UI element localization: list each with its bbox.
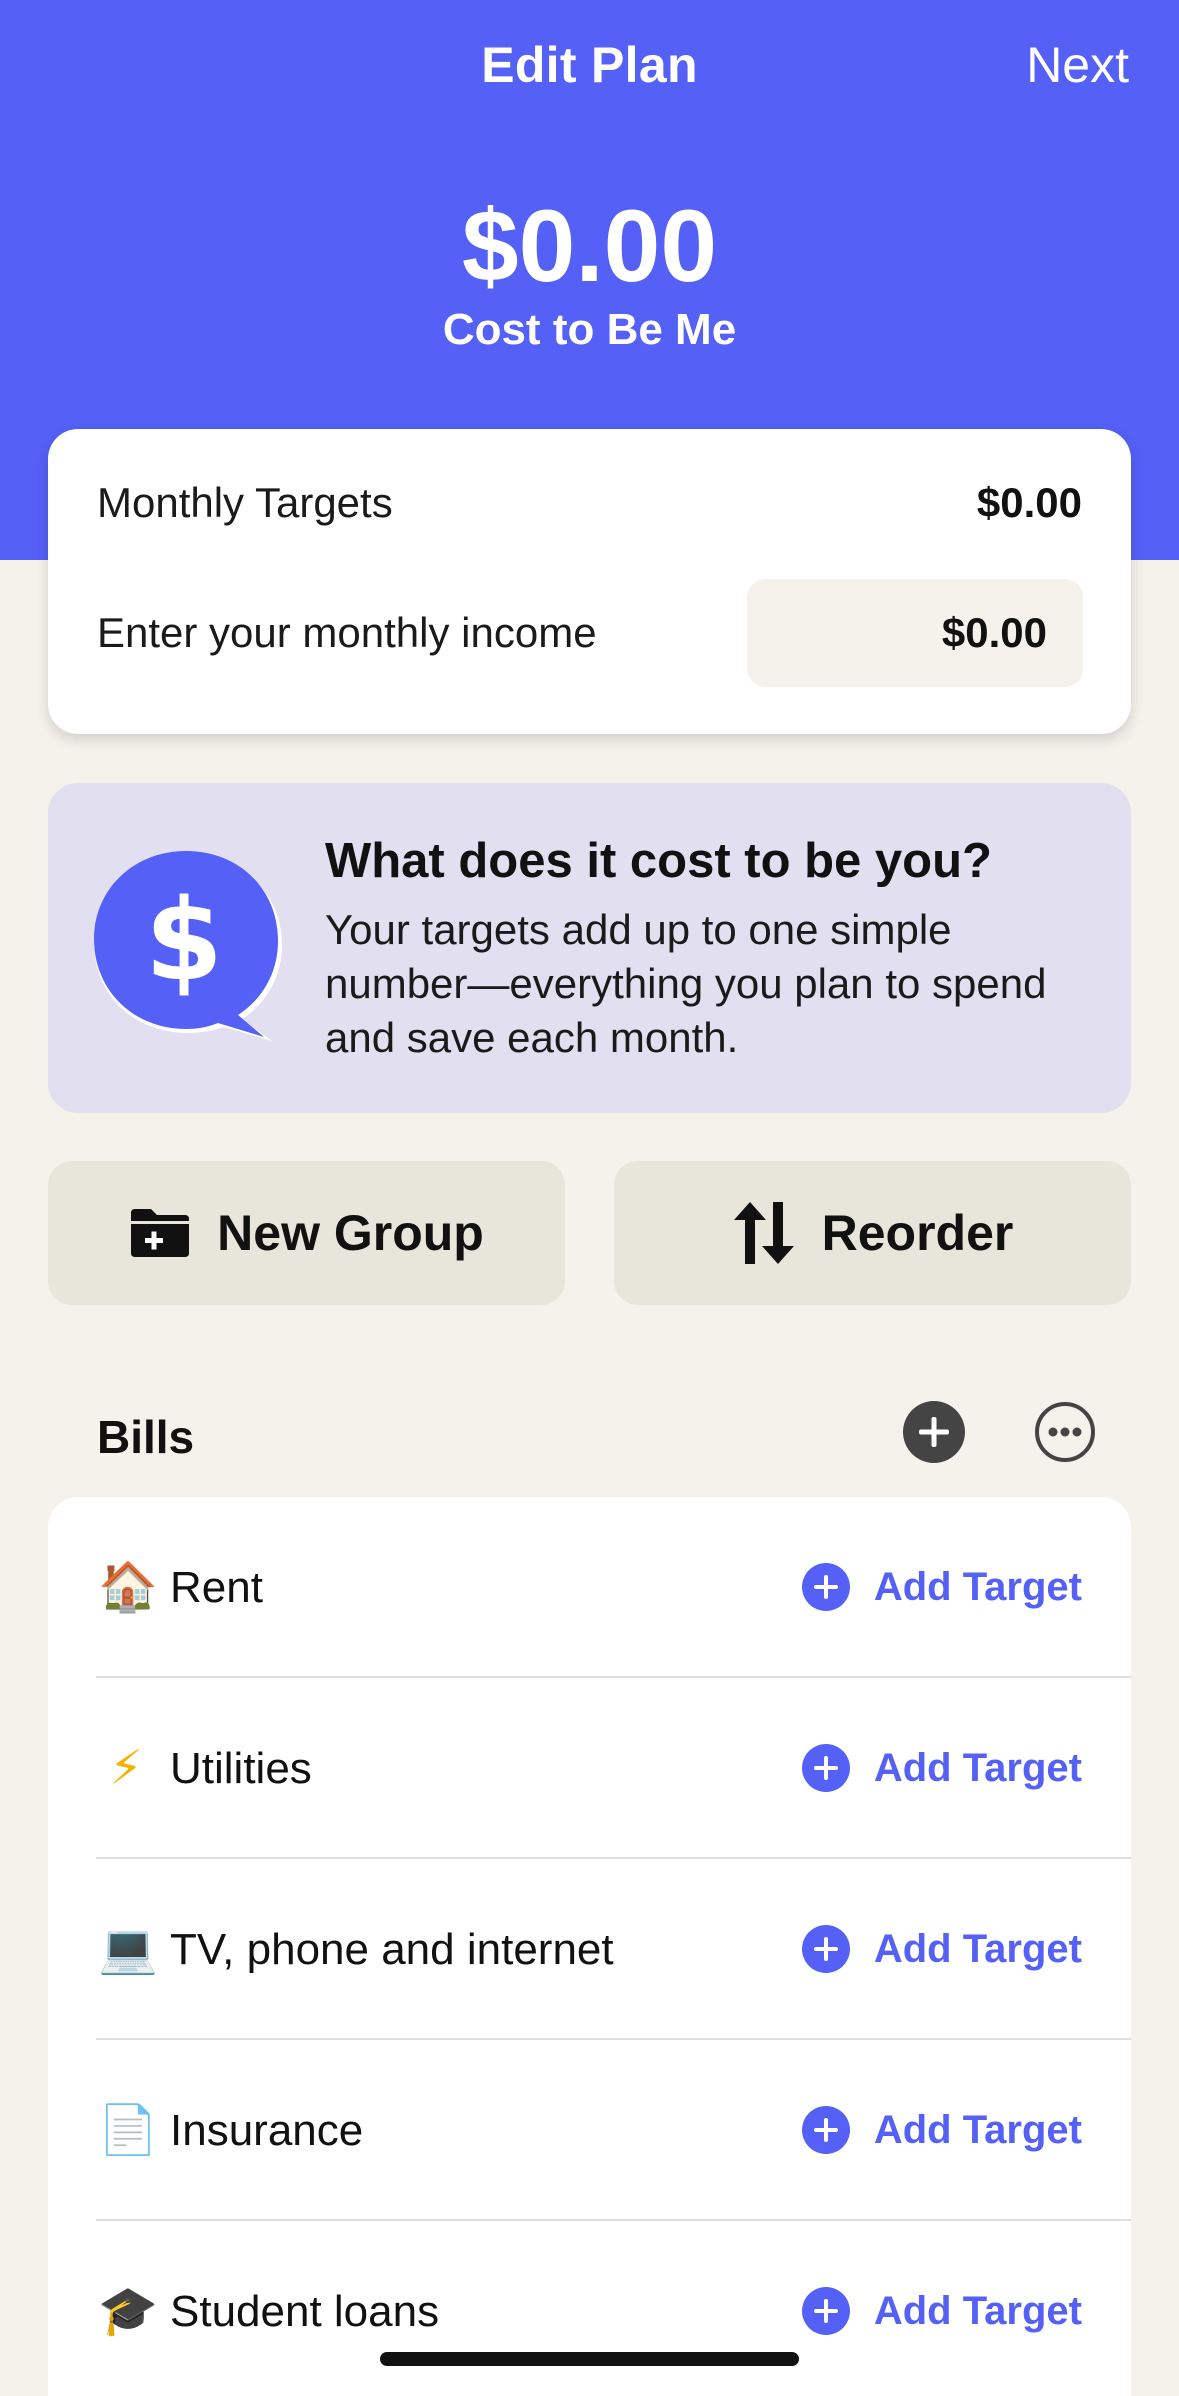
page-title: Edit Plan bbox=[481, 37, 698, 93]
summary-card: Monthly Targets $0.00 Enter your monthly… bbox=[48, 429, 1131, 734]
svg-text:$: $ bbox=[145, 876, 223, 1006]
category-name: Student loans bbox=[170, 2287, 440, 2336]
plus-circle-icon bbox=[801, 1563, 850, 1611]
category-name: Rent bbox=[170, 1563, 263, 1612]
new-group-label: New Group bbox=[217, 1205, 484, 1261]
edit-plan-screen: Edit Plan Next $0.00 Cost to Be Me Month… bbox=[0, 0, 1179, 2396]
add-target-label: Add Target bbox=[873, 1926, 1082, 1971]
folder-plus-icon bbox=[131, 1209, 190, 1257]
category-name: TV, phone and internet bbox=[170, 1925, 614, 1974]
more-options-icon[interactable] bbox=[1034, 1401, 1096, 1463]
info-body: Your targets add up to one simple number… bbox=[325, 906, 1047, 1061]
add-target-label: Add Target bbox=[873, 1564, 1082, 1609]
info-title: What does it cost to be you? bbox=[325, 834, 992, 888]
add-target-label: Add Target bbox=[873, 2107, 1082, 2152]
graduation-cap-icon: 🎓 bbox=[98, 2283, 158, 2339]
reorder-label: Reorder bbox=[821, 1205, 1014, 1261]
list-item[interactable]: 📄 Insurance Add Target bbox=[48, 2040, 1131, 2221]
monthly-income-input[interactable] bbox=[747, 579, 1083, 687]
add-target-button[interactable]: Add Target bbox=[801, 2100, 1082, 2160]
monthly-targets-label: Monthly Targets bbox=[97, 479, 393, 526]
add-target-button[interactable]: Add Target bbox=[801, 1919, 1082, 1979]
plus-circle-icon bbox=[801, 2106, 850, 2154]
add-target-label: Add Target bbox=[873, 1745, 1082, 1790]
list-item[interactable]: 💻 TV, phone and internet Add Target bbox=[48, 1859, 1131, 2040]
new-group-button[interactable]: New Group bbox=[48, 1161, 565, 1305]
monthly-targets-value: $0.00 bbox=[976, 479, 1082, 526]
list-item[interactable]: 🏠 Rent Add Target bbox=[48, 1497, 1131, 1678]
laptop-icon: 💻 bbox=[98, 1921, 158, 1977]
cost-to-be-me-amount: $0.00 bbox=[461, 189, 718, 303]
lightning-icon: ⚡ bbox=[109, 1740, 143, 1796]
list-item[interactable]: ⚡ Utilities Add Target bbox=[48, 1678, 1131, 1859]
group-title: Bills bbox=[97, 1411, 195, 1463]
house-icon: 🏠 bbox=[98, 1559, 158, 1615]
plus-circle-icon bbox=[801, 2287, 850, 2335]
add-target-button[interactable]: Add Target bbox=[801, 1738, 1082, 1798]
cost-to-be-me-label: Cost to Be Me bbox=[442, 305, 737, 354]
list-item[interactable]: 🎓 Student loans Add Target bbox=[48, 2221, 1131, 2396]
add-target-button[interactable]: Add Target bbox=[801, 2281, 1082, 2341]
monthly-income-label: Enter your monthly income bbox=[97, 609, 597, 656]
category-list: 🏠 Rent Add Target ⚡ Utilities Add Target… bbox=[48, 1497, 1131, 2396]
plus-circle-icon bbox=[801, 1744, 850, 1792]
reorder-arrows-icon bbox=[733, 1202, 794, 1264]
home-indicator[interactable] bbox=[380, 2352, 799, 2366]
category-name: Insurance bbox=[170, 2106, 364, 2155]
reorder-button[interactable]: Reorder bbox=[614, 1161, 1131, 1305]
document-icon: 📄 bbox=[98, 2102, 158, 2158]
add-target-label: Add Target bbox=[873, 2288, 1082, 2333]
dollar-speech-bubble-icon: $ bbox=[94, 851, 282, 1041]
category-name: Utilities bbox=[170, 1744, 312, 1793]
plus-circle-icon bbox=[801, 1925, 850, 1973]
info-banner: $ What does it cost to be you? Your targ… bbox=[48, 783, 1131, 1113]
add-category-icon[interactable] bbox=[903, 1401, 965, 1463]
add-target-button[interactable]: Add Target bbox=[801, 1557, 1082, 1617]
next-button[interactable]: Next bbox=[1026, 36, 1129, 94]
